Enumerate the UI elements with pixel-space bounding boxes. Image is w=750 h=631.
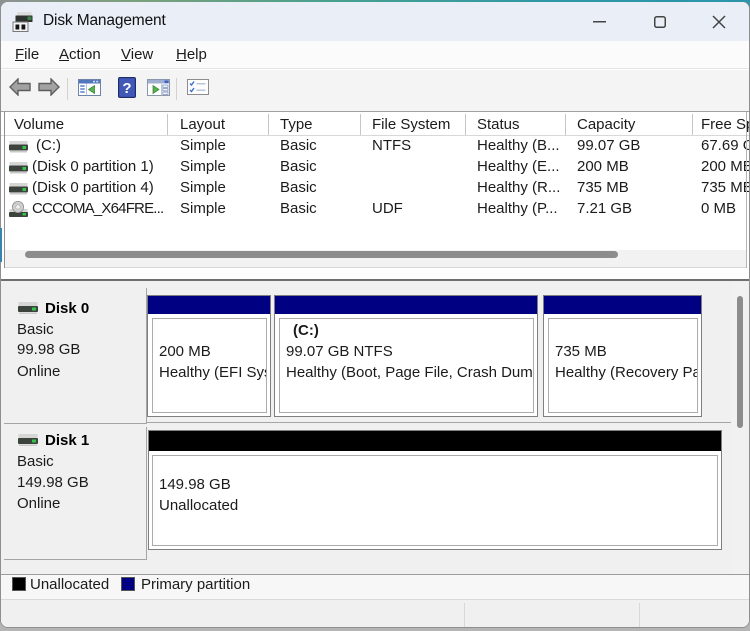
svg-text:?: ? [122, 80, 131, 97]
